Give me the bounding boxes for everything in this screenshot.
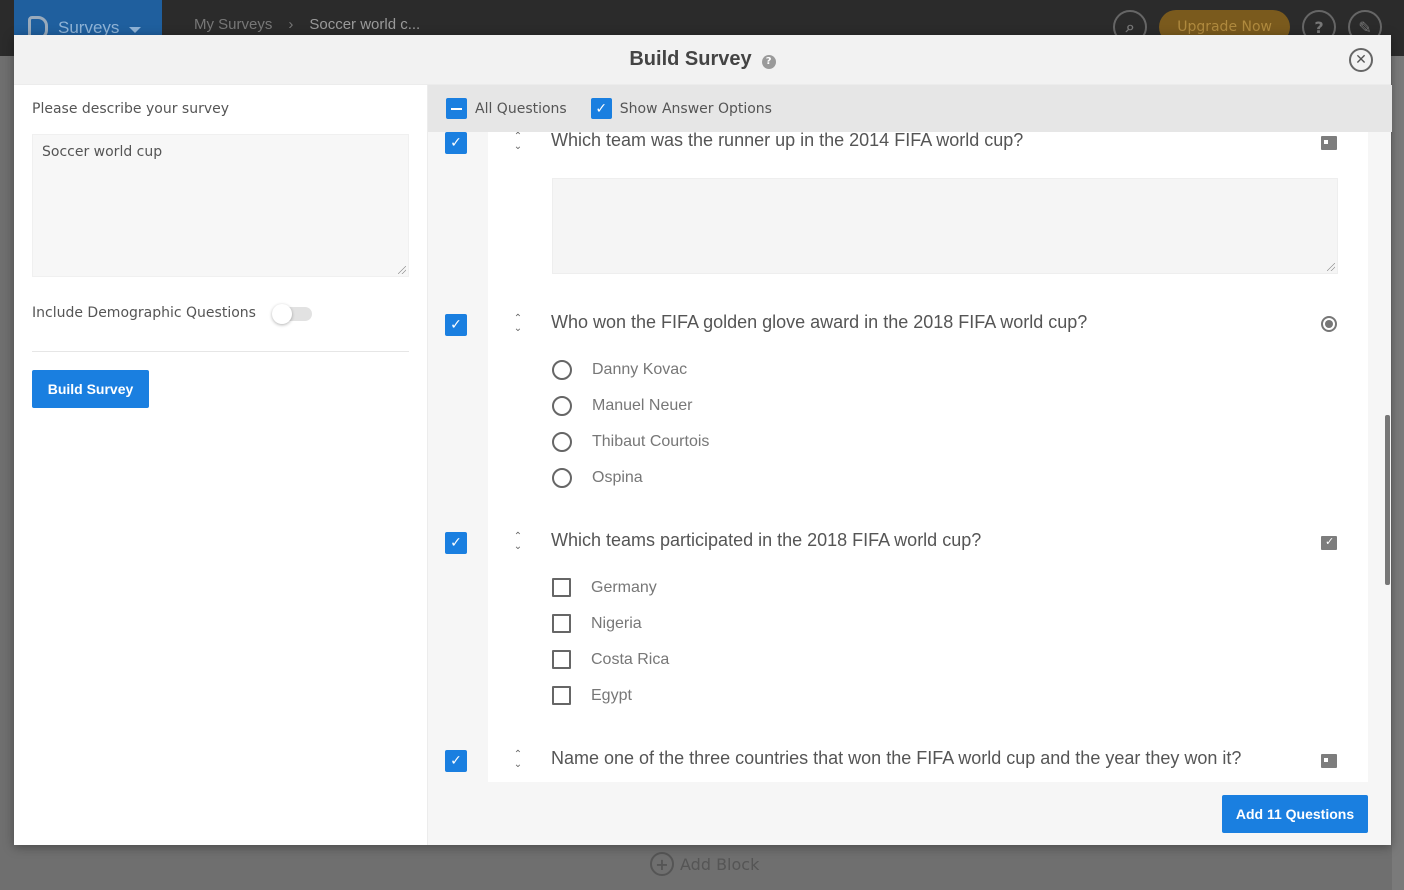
option-label: Manuel Neuer (592, 397, 693, 414)
checkbox-option[interactable]: Costa Rica (552, 650, 669, 669)
question-checkbox[interactable]: ✓ (445, 750, 467, 772)
modal-title: Build Survey (629, 48, 752, 70)
demographic-toggle[interactable] (272, 304, 312, 324)
option-label: Nigeria (591, 614, 642, 632)
radio-button[interactable] (552, 396, 572, 416)
question-checkbox[interactable]: ✓ (445, 314, 467, 336)
question-text: Which team was the runner up in the 2014… (551, 132, 1024, 150)
demographic-label: Include Demographic Questions (32, 305, 256, 321)
question-text: Name one of the three countries that won… (551, 748, 1242, 768)
option-label: Costa Rica (591, 650, 670, 668)
resize-grip-icon[interactable] (1327, 263, 1335, 271)
radio-button[interactable] (552, 360, 572, 380)
build-survey-button[interactable]: Build Survey (32, 370, 149, 408)
all-questions-checkbox[interactable]: All Questions (446, 98, 567, 119)
question-text: Which teams participated in the 2018 FIF… (551, 530, 982, 550)
radio-option[interactable]: Danny Kovac (552, 360, 687, 380)
describe-label: Please describe your survey (32, 101, 230, 117)
multi-select-icon (1321, 535, 1337, 550)
checkbox-option[interactable]: Nigeria (552, 614, 642, 633)
question-text: Who won the FIFA golden glove award in t… (551, 312, 1088, 332)
checkbox[interactable] (552, 686, 571, 705)
survey-description-textarea[interactable]: Soccer world cup (32, 134, 409, 277)
breadcrumb: My Surveys › Soccer world c... (194, 16, 420, 33)
scrollbar[interactable] (1385, 415, 1390, 585)
resize-grip-icon[interactable] (398, 266, 406, 274)
option-label: Egypt (591, 686, 632, 704)
show-answer-options-checkbox[interactable]: ✓ Show Answer Options (590, 98, 772, 119)
checkbox-checked-icon: ✓ (590, 98, 612, 119)
plus-circle-icon: + (650, 852, 674, 876)
option-label: Ospina (592, 469, 643, 486)
option-label: Danny Kovac (592, 361, 688, 378)
question-checkbox[interactable]: ✓ (445, 532, 467, 554)
sort-handle-icon[interactable]: ⌃ ⌄ (512, 750, 524, 772)
question-list: ✓ ⌃ ⌄ Which team was the runner up in the… (428, 132, 1378, 782)
sort-handle-icon[interactable]: ⌃ ⌄ (512, 532, 524, 554)
add-questions-button[interactable]: Add 11 Questions (1222, 795, 1368, 833)
build-survey-modal: Build Survey ? ✕ Please describe your su… (14, 35, 1392, 845)
questions-toolbar: All Questions ✓ Show Answer Options (428, 85, 1392, 132)
comment-box-icon (1321, 136, 1337, 150)
answer-textarea[interactable] (552, 178, 1338, 274)
indeterminate-checkbox-icon (446, 98, 467, 119)
checkbox[interactable] (552, 614, 571, 633)
radio-button[interactable] (552, 468, 572, 488)
radio-option[interactable]: Ospina (552, 468, 643, 488)
radio-option[interactable]: Thibaut Courtois (552, 432, 709, 452)
add-block-label: Add Block (680, 854, 760, 874)
checkbox[interactable] (552, 578, 571, 597)
breadcrumb-my-surveys[interactable]: My Surveys (194, 16, 272, 33)
sort-handle-icon[interactable]: ⌃ ⌄ (512, 314, 524, 336)
survey-description-value: Soccer world cup (42, 144, 163, 160)
question-circle-icon[interactable]: ? (761, 54, 776, 69)
divider (32, 351, 409, 352)
toggle-knob (272, 304, 292, 324)
option-label: Thibaut Courtois (592, 433, 710, 450)
describe-panel: Please describe your survey Soccer world… (14, 85, 427, 845)
close-button[interactable]: ✕ (1349, 48, 1373, 72)
checkbox-option[interactable]: Germany (552, 578, 657, 597)
background-edge (1392, 56, 1404, 890)
breadcrumb-current: Soccer world c... (309, 16, 421, 33)
breadcrumb-separator-icon: › (288, 16, 294, 33)
show-answer-options-label: Show Answer Options (619, 100, 772, 117)
question-checkbox[interactable]: ✓ (445, 132, 467, 154)
questions-panel: All Questions ✓ Show Answer Options ✓ ⌃ ⌄… (427, 85, 1392, 845)
radio-icon (1321, 316, 1337, 332)
option-label: Germany (591, 578, 657, 596)
comment-box-icon (1321, 754, 1337, 768)
caret-down-icon (129, 26, 142, 33)
all-questions-label: All Questions (475, 100, 567, 117)
checkbox[interactable] (552, 650, 571, 669)
modal-header: Build Survey ? ✕ (14, 35, 1391, 85)
add-block-button[interactable]: + Add Block (650, 852, 759, 876)
radio-option[interactable]: Manuel Neuer (552, 396, 693, 416)
checkbox-option[interactable]: Egypt (552, 686, 632, 705)
radio-button[interactable] (552, 432, 572, 452)
sort-handle-icon[interactable]: ⌃ ⌄ (512, 132, 524, 154)
